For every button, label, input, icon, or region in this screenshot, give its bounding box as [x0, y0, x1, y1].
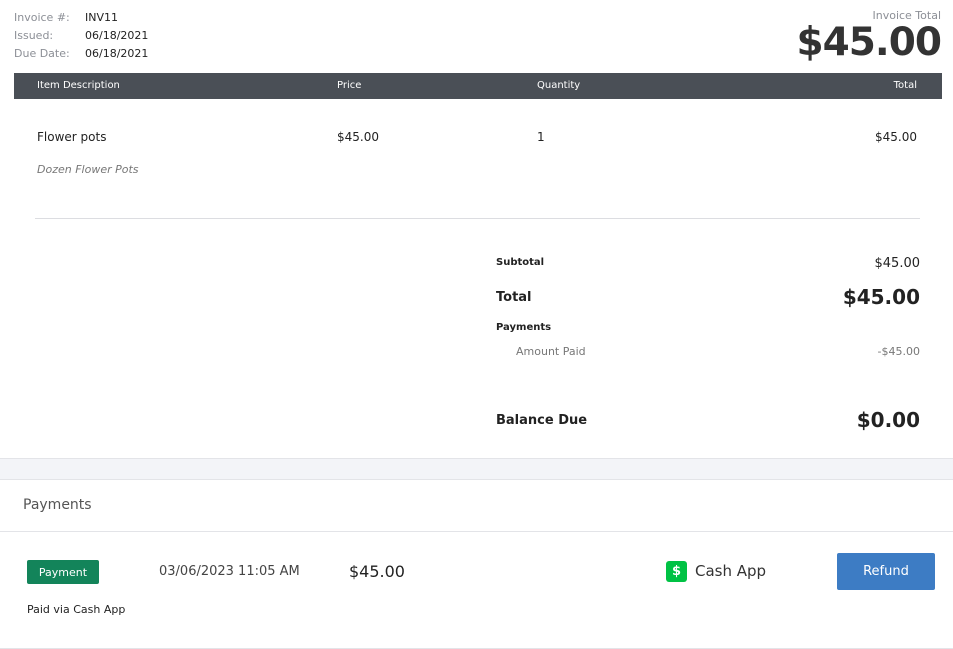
invoice-card: Invoice #: INV11 Issued: 06/18/2021 Due … [0, 0, 953, 459]
total-value: $45.00 [842, 285, 920, 309]
items-table-header: Item Description Price Quantity Total [14, 73, 942, 99]
payment-amount: $45.00 [349, 562, 405, 581]
subtotal-label: Subtotal [496, 257, 545, 268]
payment-status-badge: Payment [27, 560, 99, 584]
invoice-number-label: Invoice #: [14, 11, 70, 24]
header-total: Total [893, 80, 917, 91]
due-date-value: 06/18/2021 [85, 47, 149, 60]
payment-date: 03/06/2023 11:05 AM [159, 564, 300, 579]
items-divider [35, 218, 920, 219]
invoice-meta: Invoice #: INV11 Issued: 06/18/2021 Due … [14, 9, 148, 63]
item-total: $45.00 [875, 130, 917, 144]
amount-paid-label: Amount Paid [516, 345, 586, 358]
subtotal-value: $45.00 [874, 256, 921, 271]
invoice-number-value: INV11 [85, 11, 118, 24]
payments-card: Payments Payment 03/06/2023 11:05 AM $45… [0, 479, 953, 649]
issued-label: Issued: [14, 29, 54, 42]
payments-label: Payments [496, 322, 552, 333]
issued-value: 06/18/2021 [85, 29, 149, 42]
payment-method-label: Cash App [695, 562, 767, 580]
header-item-description: Item Description [37, 80, 120, 91]
issued-row: Issued: 06/18/2021 [14, 27, 148, 45]
due-date-row: Due Date: 06/18/2021 [14, 45, 148, 63]
item-name: Flower pots [37, 130, 107, 144]
header-quantity: Quantity [537, 80, 581, 91]
invoice-total-amount: $45.00 [796, 20, 942, 65]
item-price: $45.00 [337, 130, 379, 144]
header-price: Price [337, 80, 362, 91]
total-label: Total [496, 290, 532, 305]
balance-due-label: Balance Due [496, 413, 588, 428]
payment-note: Paid via Cash App [27, 603, 126, 616]
due-date-label: Due Date: [14, 47, 70, 60]
cash-app-icon: $ [666, 561, 687, 582]
balance-due-value: $0.00 [856, 408, 920, 432]
refund-button[interactable]: Refund [837, 553, 935, 590]
amount-paid-value: -$45.00 [877, 345, 920, 358]
item-quantity: 1 [537, 130, 545, 144]
item-description: Dozen Flower Pots [37, 163, 139, 176]
payments-section-title: Payments [23, 497, 92, 513]
payments-divider [0, 531, 953, 532]
invoice-number-row: Invoice #: INV11 [14, 9, 148, 27]
